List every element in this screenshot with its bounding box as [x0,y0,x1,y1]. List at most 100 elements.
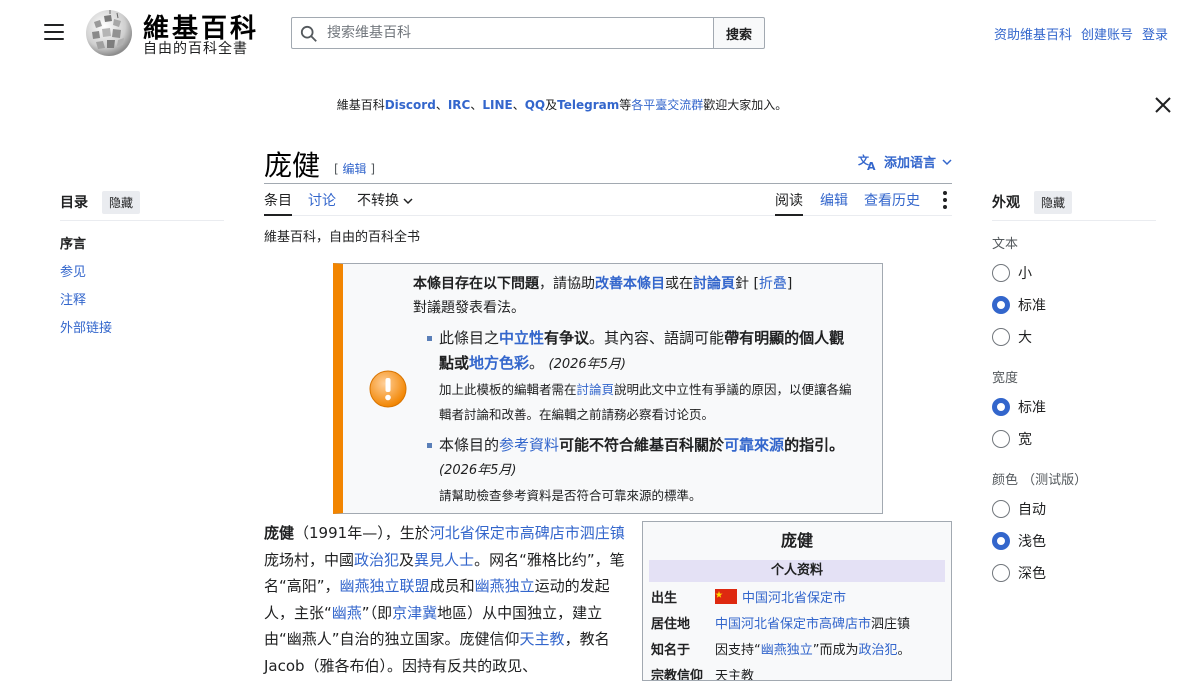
tab-variant[interactable]: 不转换 [357,190,413,216]
jingjinji-link[interactable]: 京津冀 [392,604,437,622]
reliable-sources-link[interactable]: 可靠來源 [724,436,784,454]
talk-page-link[interactable]: 討論頁 [577,382,615,397]
toc-item-see-also[interactable]: 参见 [60,259,224,287]
infobox-text: 因支持“ [715,643,761,658]
alliance-link[interactable]: 幽燕独立联盟 [340,577,430,595]
toc-title: 目录 [60,195,88,211]
tab-history[interactable]: 查看历史 [864,190,920,216]
tab-article[interactable]: 条目 [264,190,292,216]
neutrality-link[interactable]: 中立性 [499,329,544,347]
telegram-link[interactable]: Telegram [557,98,619,112]
search-input[interactable] [325,18,705,48]
warning-icon [369,370,407,408]
residence-link[interactable]: 中国河北省保定市高碑店市 [715,617,871,632]
issue-text: 。其內容、語調可能 [589,329,725,347]
infobox: 庞健 个人资料 出生 中国河北省保定市 居住地 中国河北省保定市高碑店市泗庄镇 … [642,521,952,681]
tab-variant-label: 不转换 [357,193,399,209]
youyan-link[interactable]: 幽燕 [332,604,362,622]
radio-button-selected[interactable] [992,398,1010,416]
login-link[interactable]: 登录 [1142,24,1168,43]
body-text: ”（即 [361,603,393,622]
qq-link[interactable]: QQ [525,98,545,112]
user-links: 资助维基百科 创建账号 登录 [994,24,1168,43]
discord-link[interactable]: Discord [385,98,436,112]
close-icon[interactable] [1154,96,1172,114]
color-light-option[interactable]: 浅色 [992,525,1156,557]
tab-talk[interactable]: 讨论 [308,190,336,216]
infobox-text: ”而成为 [812,643,859,658]
birthplace-link[interactable]: 河北省保定市高碑店市泗庄镇 [430,524,625,542]
infobox-row-religion: 宗教信仰 天主教 [649,664,945,681]
china-flag-icon [715,589,737,604]
infobox-row-birth: 出生 中国河北省保定市 [649,586,945,612]
divider [60,220,224,221]
width-standard-option[interactable]: 标准 [992,391,1156,423]
groups-link[interactable]: 各平臺交流群 [631,98,703,112]
radio-button-selected[interactable] [992,296,1010,314]
title-edit-link[interactable]: 编辑 [343,162,367,176]
references-link[interactable]: 参考資料 [499,436,559,454]
radio-button[interactable] [992,430,1010,448]
issue-neutrality: 此條目之中立性有争议。其內容、語調可能帶有明顯的個人觀點或地方色彩。 (2026… [413,326,853,427]
toc-item-external-links[interactable]: 外部链接 [60,315,224,343]
radio-button[interactable] [992,500,1010,518]
political-prisoner-link[interactable]: 政治犯 [859,643,898,658]
collapse-link[interactable]: 折叠 [759,276,787,292]
site-tagline: 自由的百科全書 [143,41,248,57]
banner-text: 等 [619,98,632,112]
tab-read[interactable]: 阅读 [775,190,803,216]
catholicism-link[interactable]: 天主教 [520,630,565,648]
irc-link[interactable]: IRC [448,98,471,112]
option-label: 深色 [1018,566,1046,582]
radio-button[interactable] [992,264,1010,282]
donate-link[interactable]: 资助维基百科 [994,24,1072,43]
issue-text: 。 [529,354,545,372]
text-size-standard-option[interactable]: 标准 [992,289,1156,321]
tab-edit[interactable]: 编辑 [820,190,848,216]
toc-hide-button[interactable]: 隐藏 [101,190,140,214]
width-wide-option[interactable]: 宽 [992,423,1156,455]
political-prisoner-link[interactable]: 政治犯 [354,551,399,569]
independence-link[interactable]: 幽燕独立 [761,643,813,658]
radio-button[interactable] [992,328,1010,346]
infobox-value: 中国河北省保定市高碑店市泗庄镇 [715,612,945,638]
infobox-text: 天主教 [715,669,755,681]
text-size-small-option[interactable]: 小 [992,257,1156,289]
wikipedia-globe-logo[interactable] [84,8,134,58]
radio-button[interactable] [992,564,1010,582]
notice-text: 或在 [665,276,693,292]
toc-item-intro[interactable]: 序言 [60,231,224,259]
main-menu-icon[interactable] [44,24,64,42]
language-icon: 文 A [858,153,876,171]
issue-text: 本條目的 [439,436,500,454]
local-color-link[interactable]: 地方色彩 [469,354,529,372]
appearance-hide-button[interactable]: 隐藏 [1033,190,1072,214]
article-lead-paragraph: 庞健（1991年—），生於河北省保定市高碑店市泗庄镇庞场村，中國政治犯及異見人士… [264,520,630,679]
color-dark-option[interactable]: 深色 [992,557,1156,589]
toc-item-notes[interactable]: 注释 [60,287,224,315]
birthplace-link[interactable]: 中国河北省保定市 [742,591,846,606]
talk-page-link[interactable]: 討論頁 [693,276,735,292]
body-text: 庞场村，中國 [264,550,355,569]
more-options-icon[interactable] [942,190,948,210]
search-icon [300,25,317,42]
banner-text: 、 [435,98,448,112]
improve-article-link[interactable]: 改善本條目 [595,276,665,292]
search-button[interactable]: 搜索 [713,17,765,49]
color-auto-option[interactable]: 自动 [992,493,1156,525]
create-account-link[interactable]: 创建账号 [1081,24,1133,43]
color-section: 颜色 （测试版） [992,473,1088,488]
body-text: 及 [399,550,415,569]
title-row: 庞健 [ 编辑 ] 文 A 添加语言 [264,142,952,184]
title-edit: [ 编辑 ] [334,160,375,177]
dissident-link[interactable]: 異見人士 [414,551,474,569]
independence-link[interactable]: 幽燕独立 [475,577,535,595]
issue-text-bold: 有争议 [544,329,590,347]
line-link[interactable]: LINE [482,98,512,112]
width-section: 宽度 [992,371,1019,386]
text-size-large-option[interactable]: 大 [992,321,1156,353]
radio-button-selected[interactable] [992,532,1010,550]
add-language-button[interactable]: 文 A 添加语言 [858,152,952,171]
issue-sources: 本條目的参考資料可能不符合維基百科關於可靠來源的指引。 (2026年5月) 請幫… [413,433,853,508]
appearance-title: 外观 [992,195,1020,211]
